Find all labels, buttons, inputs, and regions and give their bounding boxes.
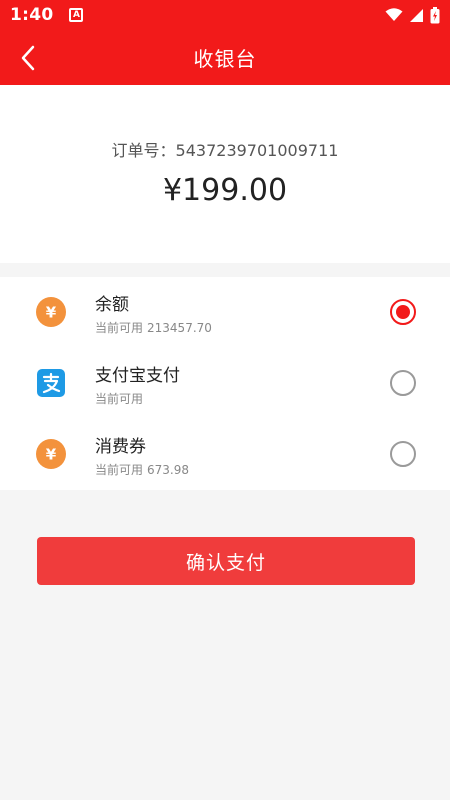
payment-option-balance[interactable]: ¥ 余额 当前可用 213457.70: [0, 277, 450, 348]
payment-option-name: 消费券: [95, 437, 146, 457]
status-bar: 1:40 A: [0, 0, 450, 30]
payment-option-voucher[interactable]: ¥ 消费券 当前可用 673.98: [0, 419, 450, 490]
status-time: 1:40: [10, 5, 54, 25]
header-bar: 收银台: [0, 30, 450, 85]
payment-option-available: 当前可用 673.98: [95, 463, 190, 477]
confirm-payment-button[interactable]: 确认支付: [37, 537, 415, 585]
notification-badge-icon: A: [69, 8, 84, 22]
order-summary: 订单号：5437239701009711 ¥199.00: [0, 85, 450, 263]
wifi-icon: [385, 8, 403, 21]
radio-unselected[interactable]: [390, 441, 416, 467]
yuan-coin-icon: ¥: [36, 297, 66, 327]
back-button[interactable]: [14, 44, 42, 72]
yuan-coin-icon: ¥: [36, 439, 66, 469]
alipay-icon: [36, 368, 66, 398]
payment-option-available: 当前可用: [95, 392, 144, 406]
svg-text:¥: ¥: [46, 304, 57, 322]
svg-text:¥: ¥: [46, 446, 57, 464]
radio-selected[interactable]: [390, 299, 416, 325]
chevron-left-icon: [21, 45, 35, 71]
radio-unselected[interactable]: [390, 370, 416, 396]
payment-method-list: ¥ 余额 当前可用 213457.70 支付宝支付 当前可用 ¥ 消费券 当前可用…: [0, 277, 450, 490]
battery-icon: [430, 6, 440, 23]
order-number: 订单号：5437239701009711: [111, 141, 339, 160]
page-title: 收银台: [193, 47, 257, 71]
status-icons: [385, 6, 440, 24]
payment-option-name: 余额: [95, 295, 129, 315]
order-amount: ¥199.00: [162, 173, 288, 208]
payment-option-name: 支付宝支付: [95, 366, 180, 386]
signal-icon: [410, 8, 423, 22]
payment-option-available: 当前可用 213457.70: [95, 321, 212, 335]
payment-option-alipay[interactable]: 支付宝支付 当前可用: [0, 348, 450, 419]
